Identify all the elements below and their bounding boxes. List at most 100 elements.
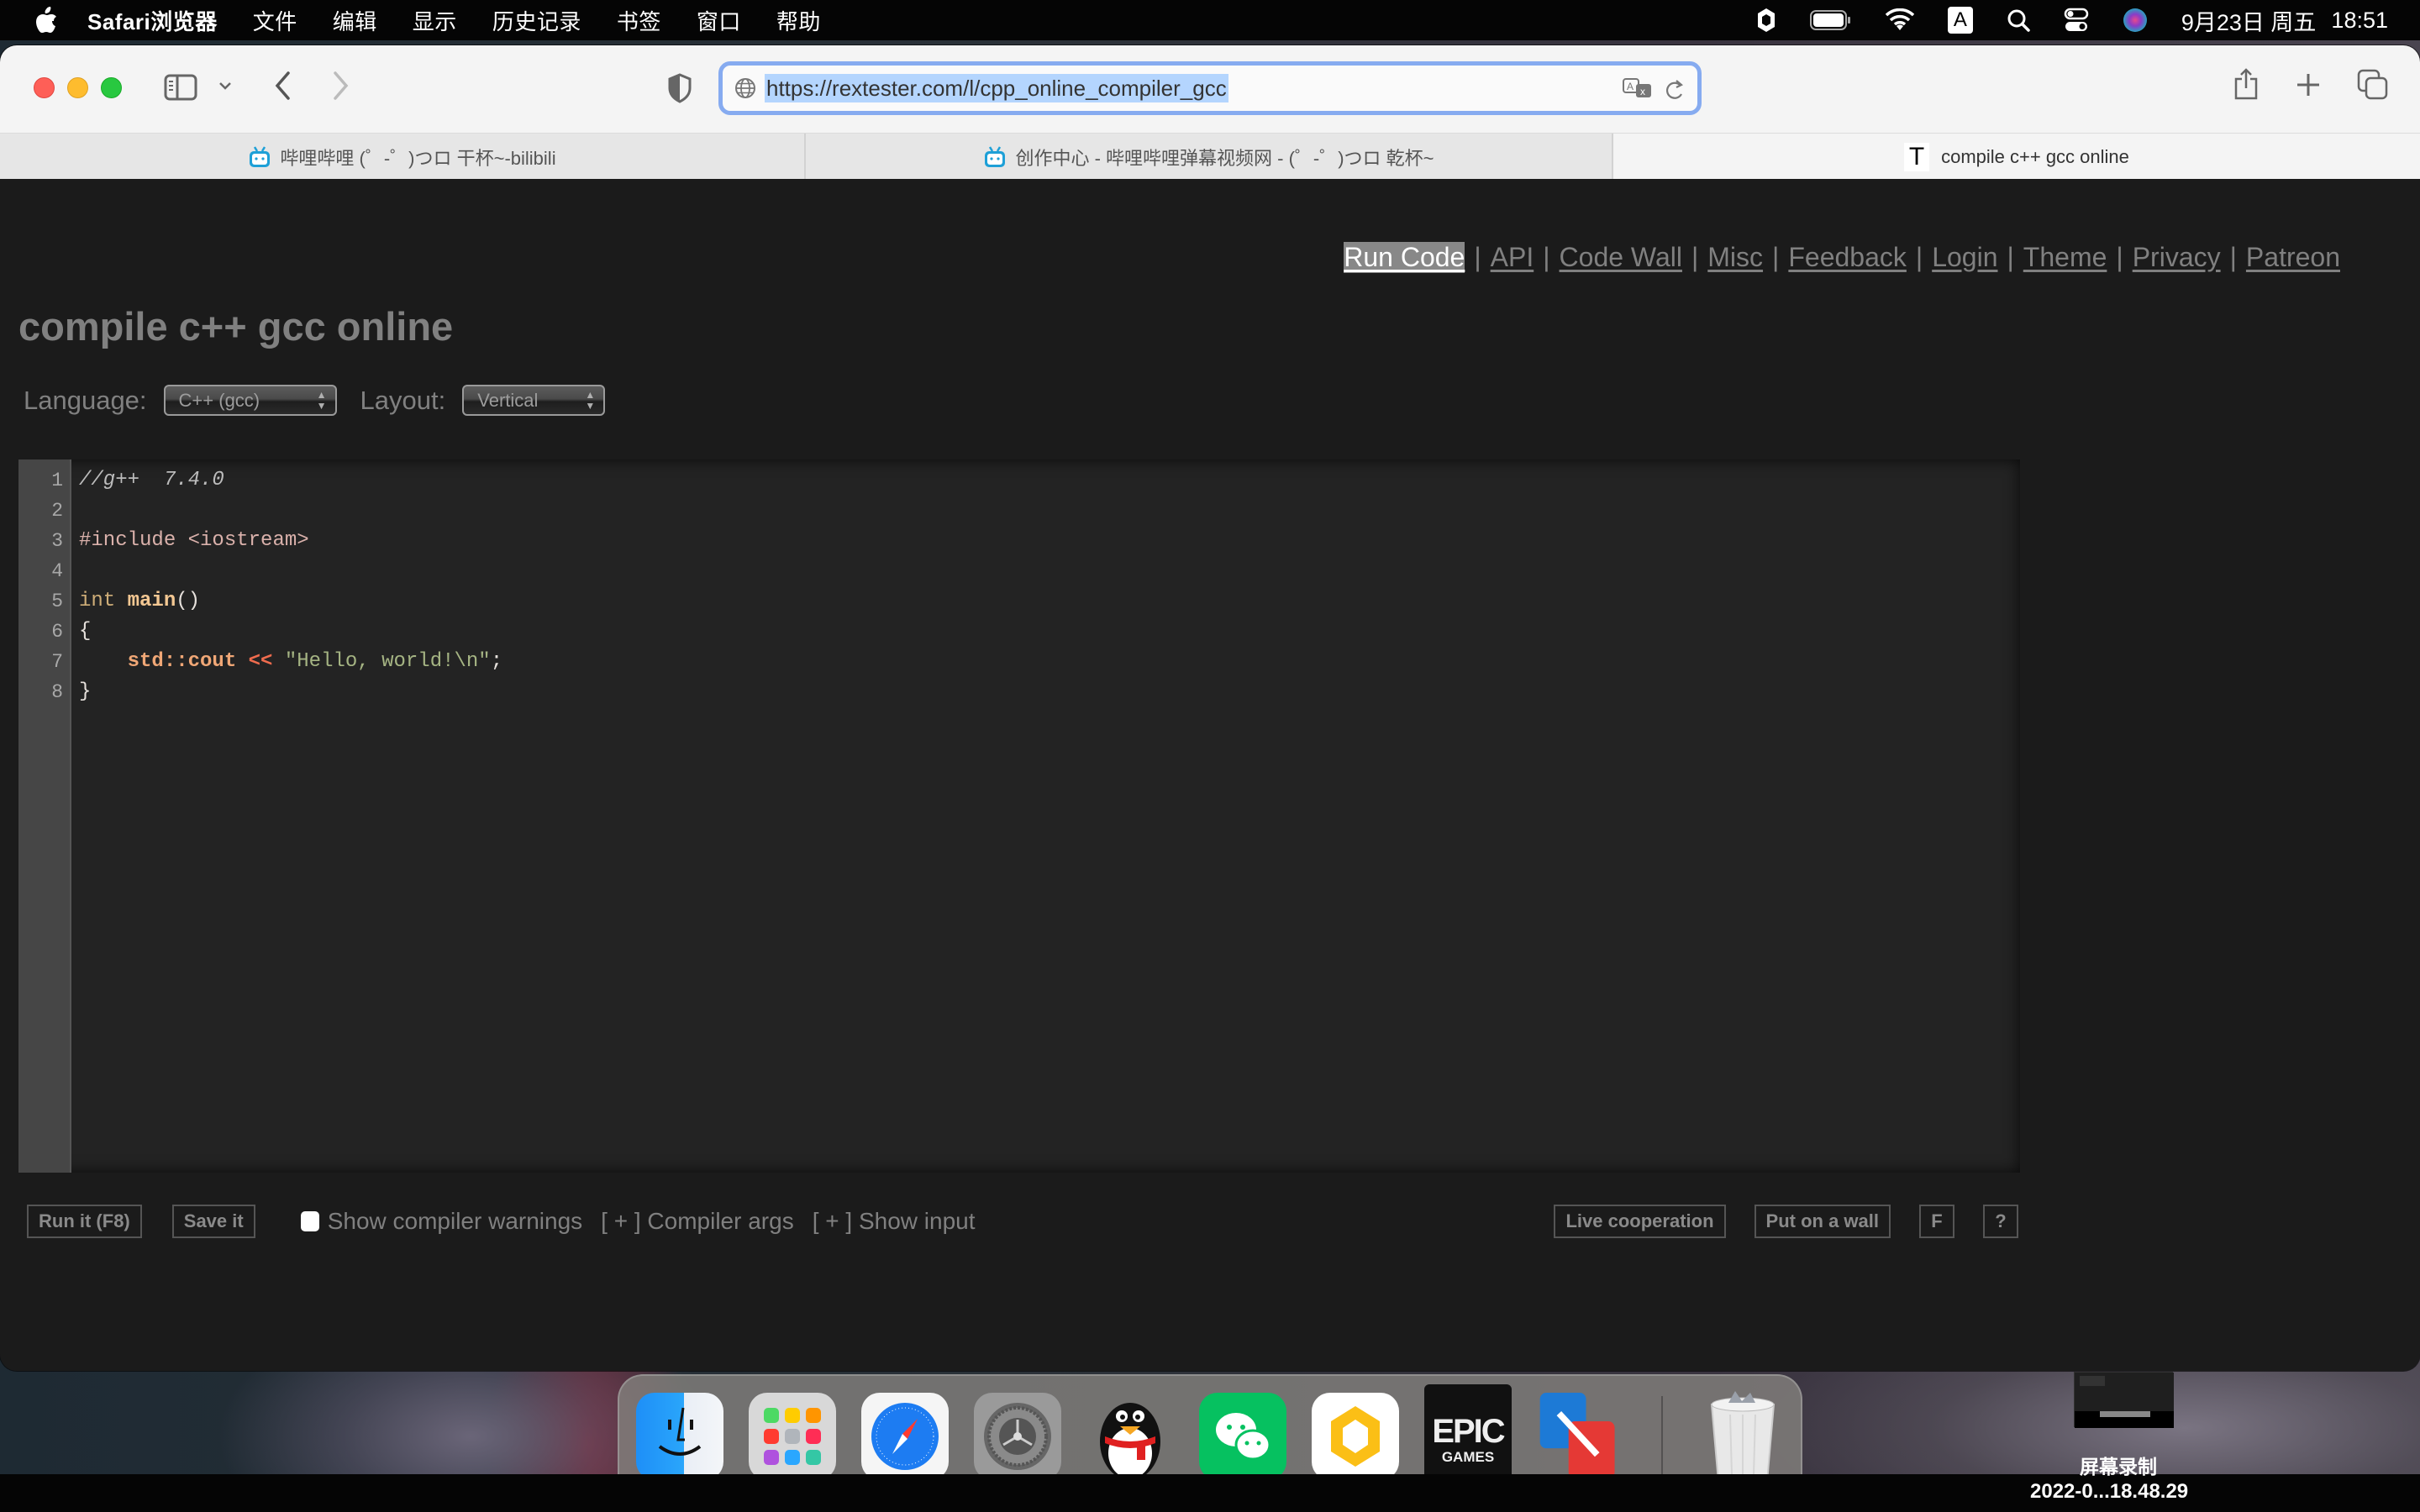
language-select[interactable]: C++ (gcc) ▲ ▼	[163, 385, 337, 416]
code-line-5[interactable]: int main()	[79, 590, 200, 612]
code-line-1[interactable]: //g++ 7.4.0	[79, 469, 224, 491]
back-button-icon[interactable]	[273, 71, 292, 101]
minimize-window-button[interactable]	[67, 77, 88, 98]
menu-bookmarks[interactable]: 书签	[617, 5, 661, 36]
nav-feedback[interactable]: Feedback	[1788, 242, 1907, 273]
menubar-date[interactable]: 9月23日 周五	[2181, 4, 2317, 37]
reload-icon[interactable]	[1664, 77, 1686, 107]
dock-remote-desktop-icon[interactable]	[1535, 1393, 1623, 1480]
line-number: 4	[51, 560, 63, 582]
line-number: 2	[51, 500, 63, 522]
svg-text:x: x	[1640, 86, 1645, 97]
live-cooperation-button[interactable]: Live cooperation	[1554, 1205, 1726, 1238]
show-input-toggle[interactable]: [ + ] Show input	[813, 1208, 976, 1235]
apple-menu-icon[interactable]	[34, 6, 59, 34]
save-it-button[interactable]: Save it	[171, 1205, 255, 1238]
language-label: Language:	[24, 385, 147, 415]
nav-theme[interactable]: Theme	[2023, 242, 2107, 273]
forward-button-icon[interactable]	[332, 71, 350, 101]
dock-qq-icon[interactable]	[1086, 1393, 1174, 1484]
nav-separator: |	[1474, 242, 1481, 272]
code-editor[interactable]: 1 2 3 4 5 6 7 8 //g++ 7.4.0 #include <io…	[18, 459, 2020, 1173]
sidebar-toggle-icon[interactable]	[164, 74, 197, 101]
dock-wechat-icon[interactable]	[1199, 1393, 1286, 1480]
menu-window[interactable]: 窗口	[697, 5, 741, 36]
layout-select[interactable]: Vertical ▲ ▼	[462, 385, 606, 416]
control-center-icon[interactable]	[2064, 8, 2089, 33]
nav-code-wall[interactable]: Code Wall	[1560, 242, 1682, 273]
menu-view[interactable]: 显示	[413, 5, 457, 36]
select-arrows-icon: ▲ ▼	[585, 389, 596, 412]
sidebar-dropdown-chevron-icon[interactable]	[218, 81, 232, 91]
code-line-3[interactable]: #include <iostream>	[79, 529, 309, 552]
menu-edit[interactable]: 编辑	[333, 5, 377, 36]
share-icon[interactable]	[2233, 67, 2259, 101]
nav-run-code[interactable]: Run Code	[1344, 242, 1465, 273]
nav-patreon[interactable]: Patreon	[2246, 242, 2340, 273]
show-warnings-checkbox[interactable]	[300, 1211, 319, 1231]
tab-title: compile c++ gcc online	[1941, 145, 2129, 167]
code-line-7[interactable]: std::cout << "Hello, world!\n";	[79, 650, 503, 673]
dock-system-preferences-icon[interactable]	[974, 1393, 1061, 1480]
language-layout-controls: Language: C++ (gcc) ▲ ▼ Layout: Vertical …	[24, 385, 606, 416]
nav-separator: |	[2007, 242, 2014, 272]
nav-privacy[interactable]: Privacy	[2133, 242, 2221, 273]
run-it-button[interactable]: Run it (F8)	[27, 1205, 142, 1238]
code-line-8[interactable]: }	[79, 680, 91, 703]
put-on-wall-button[interactable]: Put on a wall	[1754, 1205, 1891, 1238]
url-text[interactable]: https://rextester.com/l/cpp_online_compi…	[765, 74, 1228, 102]
t-favicon-icon: T	[1904, 142, 1930, 171]
f-button[interactable]: F	[1919, 1205, 1954, 1238]
menu-file[interactable]: 文件	[253, 5, 297, 36]
dock-finder-icon[interactable]	[636, 1393, 723, 1480]
code-punctuation: ;	[490, 650, 503, 673]
menu-help[interactable]: 帮助	[776, 5, 821, 36]
layout-label: Layout:	[360, 385, 446, 415]
help-button[interactable]: ?	[1983, 1205, 2018, 1238]
tab-bilibili-creator[interactable]: 创作中心 - 哔哩哔哩弹幕视频网 - (゜-゜)つロ 乾杯~	[806, 134, 1613, 180]
close-window-button[interactable]	[34, 77, 55, 98]
line-number: 5	[51, 591, 63, 612]
code-comment: //g++ 7.4.0	[79, 469, 224, 491]
menu-safari[interactable]: Safari浏览器	[87, 5, 218, 36]
code-string: "Hello, world!\n"	[284, 650, 491, 673]
nav-misc[interactable]: Misc	[1707, 242, 1763, 273]
address-bar[interactable]: https://rextester.com/l/cpp_online_compi…	[718, 61, 1702, 115]
spotlight-search-icon[interactable]	[2007, 8, 2030, 32]
top-navigation: Run Code | API | Code Wall | Misc | Feed…	[1344, 242, 2340, 273]
dock-safari-icon[interactable]	[861, 1393, 949, 1480]
wifi-icon[interactable]	[1885, 8, 1914, 32]
translate-icon[interactable]: Ax	[1622, 77, 1654, 105]
tab-bar: 哔哩哔哩 (゜-゜)つロ 干杯~-bilibili 创作中心 - 哔哩哔哩弹幕视…	[0, 133, 2420, 180]
tab-overview-icon[interactable]	[2357, 69, 2389, 101]
show-warnings-label[interactable]: Show compiler warnings	[328, 1208, 582, 1235]
tab-bilibili-home[interactable]: 哔哩哔哩 (゜-゜)つロ 干杯~-bilibili	[0, 134, 806, 180]
code-operator: <<	[248, 650, 273, 673]
code-keyword: int	[79, 590, 116, 612]
dock-trash-icon[interactable]	[1699, 1391, 1786, 1483]
new-tab-plus-icon[interactable]	[2296, 72, 2321, 97]
siri-icon[interactable]	[2123, 8, 2148, 33]
menubar-time[interactable]: 18:51	[2331, 8, 2388, 34]
layout-select-value: Vertical	[477, 389, 539, 411]
tab-rextester-active[interactable]: T compile c++ gcc online	[1613, 134, 2420, 180]
zoom-window-button[interactable]	[101, 77, 122, 98]
screen-recording-thumbnail[interactable]	[2074, 1372, 2174, 1428]
line-number: 6	[51, 621, 63, 643]
input-method-icon[interactable]: A	[1947, 7, 1973, 34]
vpn-hexagon-icon[interactable]	[1756, 8, 1776, 33]
menu-history[interactable]: 历史记录	[492, 5, 581, 36]
battery-icon[interactable]	[1809, 9, 1852, 31]
nav-login[interactable]: Login	[1932, 242, 1997, 273]
dock-lingxi-icon[interactable]	[1312, 1393, 1399, 1480]
nav-api[interactable]: API	[1491, 242, 1534, 273]
web-page-content: Run Code | API | Code Wall | Misc | Feed…	[0, 179, 2420, 1371]
privacy-shield-icon[interactable]	[668, 73, 692, 103]
compiler-args-toggle[interactable]: [ + ] Compiler args	[601, 1208, 794, 1235]
nav-separator: |	[1772, 242, 1780, 272]
code-line-6[interactable]: {	[79, 620, 91, 643]
dock-launchpad-icon[interactable]	[749, 1393, 836, 1480]
